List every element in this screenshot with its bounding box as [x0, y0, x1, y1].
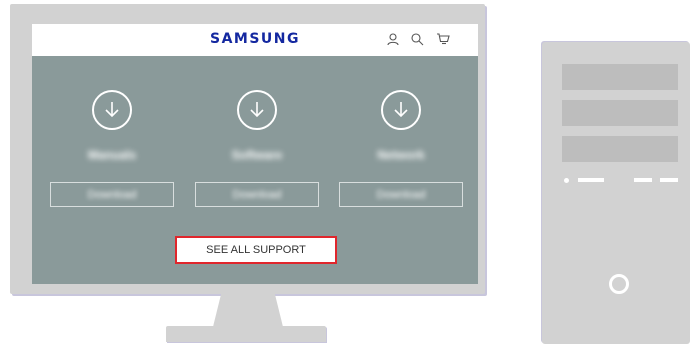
download-button[interactable]: Download	[195, 182, 319, 207]
download-icon[interactable]	[237, 90, 277, 130]
download-button-label: Download	[376, 189, 426, 201]
download-button-label: Download	[232, 189, 282, 201]
monitor-screen: SAMSUNG Manuals Download Software Downlo…	[32, 24, 478, 284]
cart-icon[interactable]	[436, 32, 450, 46]
download-card: Software Download	[195, 90, 319, 210]
user-icon[interactable]	[386, 32, 400, 46]
download-icon[interactable]	[92, 90, 132, 130]
download-title: Manuals	[87, 148, 136, 162]
monitor-stand-neck	[212, 294, 284, 328]
drive-bay	[562, 100, 678, 126]
usb-port	[660, 178, 678, 182]
download-icon[interactable]	[381, 90, 421, 130]
monitor-stand-base	[166, 326, 326, 342]
pc-tower	[542, 42, 690, 344]
front-panel-slot	[578, 178, 604, 182]
drive-bay	[562, 64, 678, 90]
download-title: Software	[231, 148, 283, 162]
site-header: SAMSUNG	[32, 24, 478, 56]
power-button-icon[interactable]	[609, 274, 629, 294]
download-button[interactable]: Download	[339, 182, 463, 207]
search-icon[interactable]	[410, 32, 424, 46]
monitor: SAMSUNG Manuals Download Software Downlo…	[10, 4, 485, 294]
download-button[interactable]: Download	[50, 182, 174, 207]
download-title: Network	[377, 148, 425, 162]
drive-bay	[562, 136, 678, 162]
download-card: Manuals Download	[50, 90, 174, 210]
status-led-icon	[564, 178, 569, 183]
download-card: Network Download	[339, 90, 463, 210]
download-button-label: Download	[87, 189, 137, 201]
usb-port	[634, 178, 652, 182]
see-all-support-button[interactable]: SEE ALL SUPPORT	[175, 236, 337, 264]
